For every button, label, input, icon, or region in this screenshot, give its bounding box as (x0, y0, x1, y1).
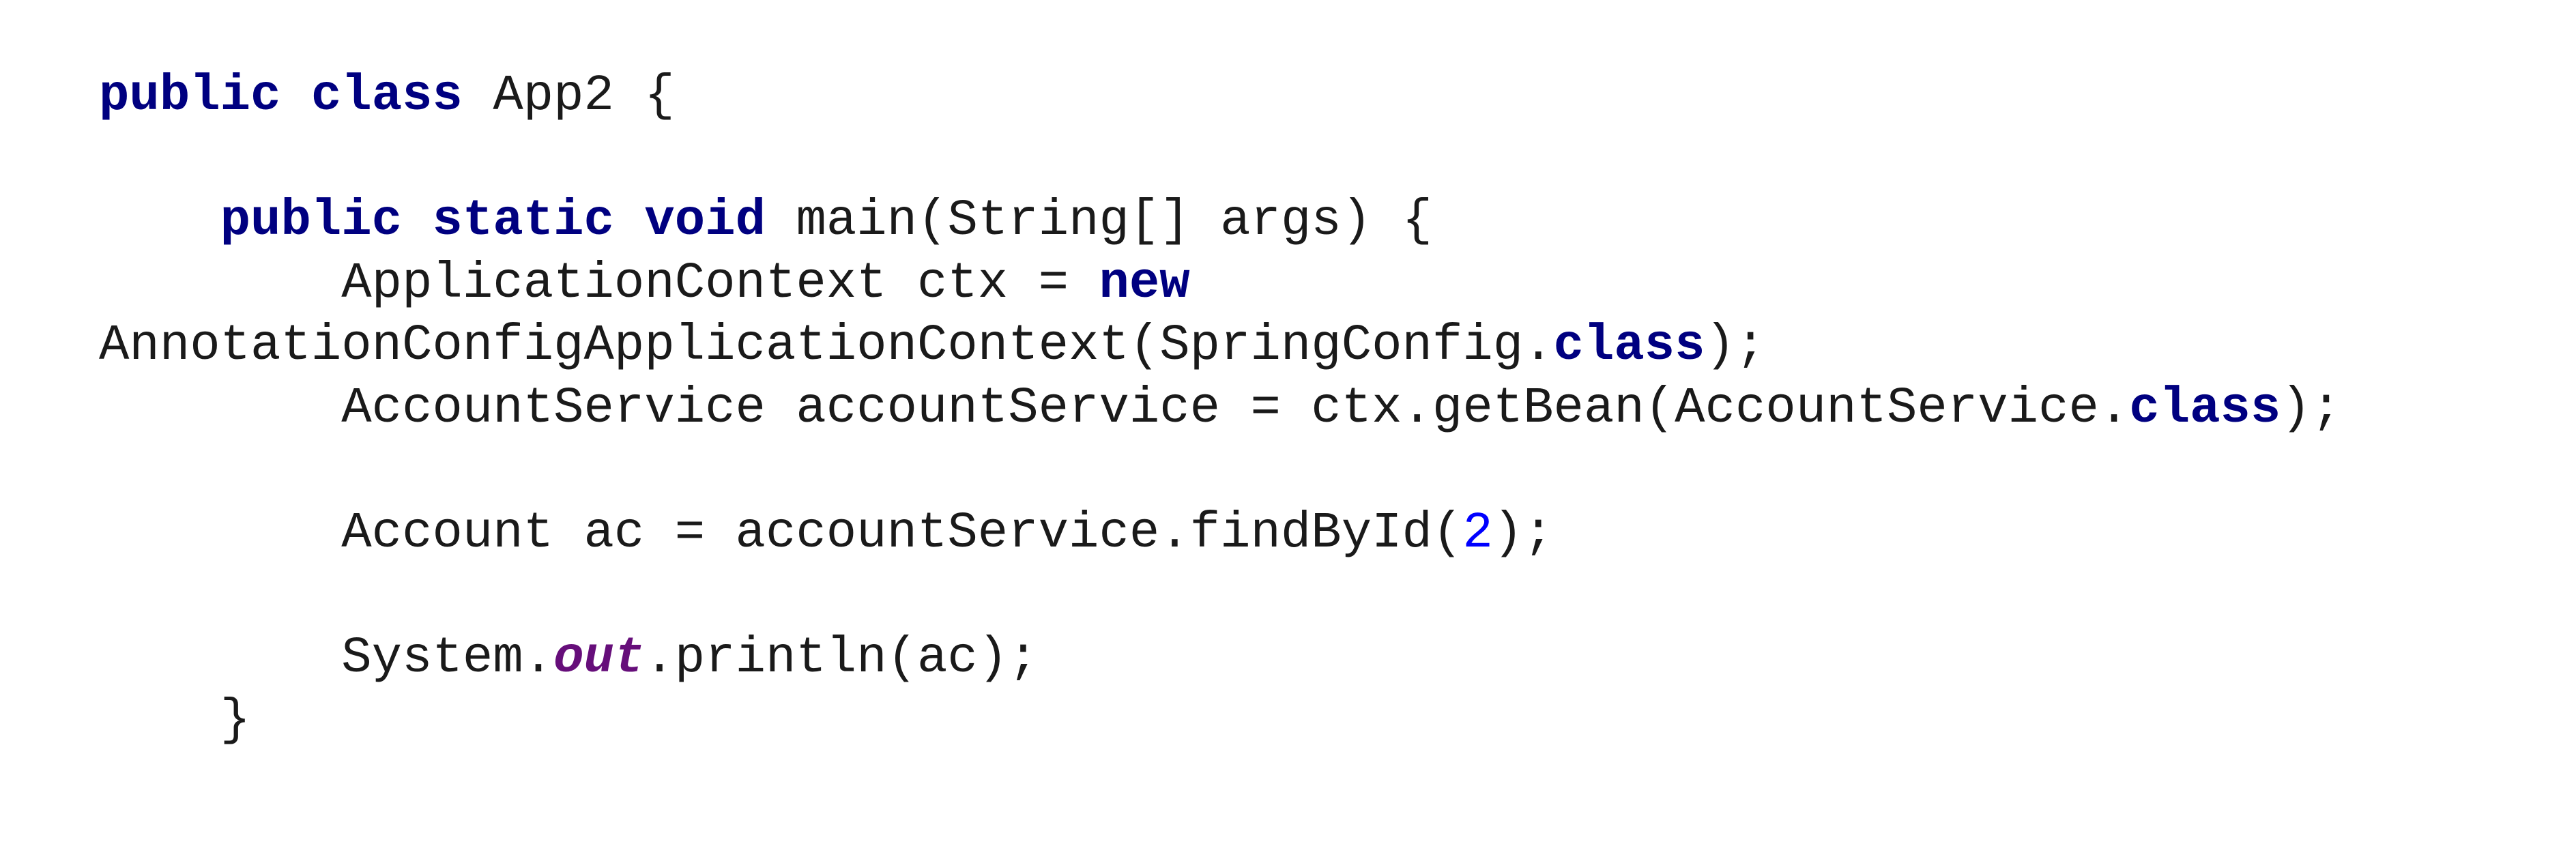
code-line: public class App2 { (99, 66, 2341, 128)
code-text: AnnotationConfigApplicationContext(Sprin… (99, 317, 1554, 375)
code-text: .println(ac); (644, 629, 1039, 687)
blank-code-line: ​ (99, 440, 2341, 503)
code-text: ); (2281, 379, 2342, 437)
blank-code-line: ​ (99, 128, 2341, 191)
keyword-token: class (310, 68, 463, 125)
code-line: Account ac = accountService.findById(2); (99, 503, 2341, 566)
keyword-token: public (99, 68, 281, 125)
number-literal: 2 (1462, 504, 1493, 562)
keyword-token: class (1553, 317, 1705, 375)
code-line: AccountService accountService = ctx.getB… (99, 378, 2341, 441)
code-text: App2 { (462, 68, 675, 125)
code-text: ); (1705, 317, 1766, 375)
keyword-token: class (2129, 379, 2281, 437)
code-text: Account ac = accountService.findById( (99, 504, 1463, 562)
code-text: main(String[] args) { (766, 192, 1432, 250)
code-line: } (99, 690, 2341, 753)
code-line: AnnotationConfigApplicationContext(Sprin… (99, 315, 2341, 378)
code-line: public static void main(String[] args) { (99, 190, 2341, 253)
code-line: ApplicationContext ctx = new (99, 253, 2341, 316)
java-code-snippet: public class App2 {​ public static void … (99, 66, 2341, 753)
keyword-token: void (644, 192, 766, 250)
code-text: AccountService accountService = ctx.getB… (99, 379, 2130, 437)
code-editor-view[interactable]: public class App2 {​ public static void … (0, 0, 2576, 844)
keyword-token: static (432, 192, 614, 250)
code-text: System. (99, 629, 554, 687)
keyword-token: new (1099, 254, 1190, 312)
keyword-token: public (220, 192, 403, 250)
blank-code-line: ​ (99, 565, 2341, 628)
code-text: ); (1492, 504, 1554, 562)
static-field-token: out (553, 629, 645, 687)
code-text: } (99, 692, 251, 749)
code-line: System.out.println(ac); (99, 628, 2341, 690)
code-text: ApplicationContext ctx = (99, 254, 1099, 312)
